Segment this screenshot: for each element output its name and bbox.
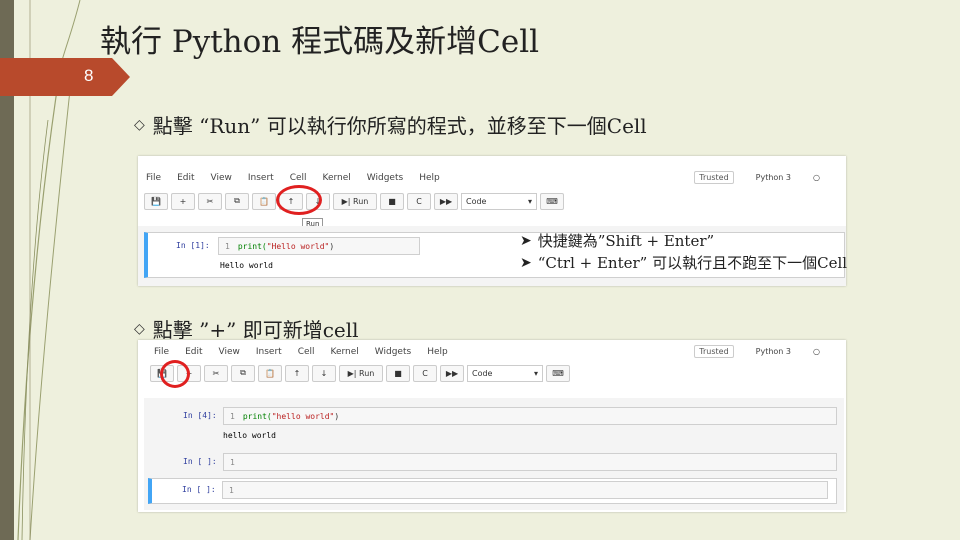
code-string: "Hello world" xyxy=(266,241,330,251)
cell-area: In [4]: 1 print("hello world") hello wor… xyxy=(144,398,844,510)
line-number: 1 xyxy=(229,485,234,495)
cell-prompt: In [4]: xyxy=(183,411,217,420)
toolbar: 💾 + ✂ ⧉ 📋 ↑ ↓ ▶| Run ■ C ▶▶ Code ▾ ⌨ xyxy=(138,190,846,212)
copy-button[interactable]: ⧉ xyxy=(231,364,255,382)
cell-type-value: Code xyxy=(472,368,493,378)
line-number: 1 xyxy=(230,457,235,467)
menu-view[interactable]: View xyxy=(211,173,232,183)
code-cell-new-selected[interactable]: In [ ]: 1 xyxy=(148,478,837,504)
bullet-run-text: 點擊 “Run” 可以執行你所寫的程式，並移至下一個Cell xyxy=(152,114,647,138)
arrow-bullet-icon: ➤ xyxy=(520,254,532,271)
note-ctrl-enter: ➤ “Ctrl + Enter” 可以執行且不跑至下一個Cell xyxy=(520,252,847,273)
cell-input[interactable]: 1 xyxy=(223,453,837,471)
note-shift-enter: ➤ 快捷鍵為”Shift + Enter” xyxy=(520,230,714,251)
diamond-bullet-icon: ◇ xyxy=(134,320,145,337)
code-cell-empty[interactable]: In [ ]: 1 xyxy=(150,450,840,476)
menu-kernel[interactable]: Kernel xyxy=(331,347,359,357)
code-paren: ) xyxy=(329,241,335,251)
stop-button[interactable]: ■ xyxy=(380,192,404,210)
bullet-add-text: 點擊 ”+” 即可新增cell xyxy=(152,318,359,342)
cell-prompt: In [ ]: xyxy=(183,457,217,466)
cut-button[interactable]: ✂ xyxy=(204,364,228,382)
menu-file[interactable]: File xyxy=(154,347,169,357)
save-button[interactable]: 💾 xyxy=(144,192,168,210)
menu-insert[interactable]: Insert xyxy=(248,173,274,183)
paste-button[interactable]: 📋 xyxy=(252,192,276,210)
highlight-circle-run xyxy=(276,185,322,215)
menu-insert[interactable]: Insert xyxy=(256,347,282,357)
restart-run-all-button[interactable]: ▶▶ xyxy=(434,192,458,210)
run-button[interactable]: ▶| Run xyxy=(333,192,377,210)
cell-input[interactable]: 1 xyxy=(222,481,828,499)
cut-button[interactable]: ✂ xyxy=(198,192,222,210)
line-number: 1 xyxy=(230,411,235,421)
code-function: print( xyxy=(237,241,267,251)
menu-help[interactable]: Help xyxy=(427,347,448,357)
stop-button[interactable]: ■ xyxy=(386,364,410,382)
cell-input[interactable]: 1 print("Hello world") xyxy=(218,237,420,255)
keyboard-shortcuts-button[interactable]: ⌨ xyxy=(546,364,570,382)
move-up-button[interactable]: ↑ xyxy=(285,364,309,382)
cell-output: hello world xyxy=(223,431,276,440)
menu-file[interactable]: File xyxy=(146,173,161,183)
run-button[interactable]: ▶| Run xyxy=(339,364,383,382)
note-shift-enter-text: 快捷鍵為”Shift + Enter” xyxy=(537,232,715,250)
paste-button[interactable]: 📋 xyxy=(258,364,282,382)
menu-help[interactable]: Help xyxy=(419,173,440,183)
menubar: File Edit View Insert Cell Kernel Widget… xyxy=(138,340,846,364)
cell-input[interactable]: 1 print("hello world") xyxy=(223,407,837,425)
code-function: print( xyxy=(242,411,272,421)
cell-output: Hello world xyxy=(220,261,273,270)
kernel-status-icon: ○ xyxy=(813,173,820,182)
code-paren: ) xyxy=(334,411,340,421)
slide-number: 8 xyxy=(84,66,94,85)
slide-number-tab xyxy=(0,58,130,96)
toolbar: 💾 + ✂ ⧉ 📋 ↑ ↓ ▶| Run ■ C ▶▶ Code ▾ ⌨ xyxy=(138,362,846,384)
menu-view[interactable]: View xyxy=(219,347,240,357)
restart-button[interactable]: C xyxy=(407,192,431,210)
diamond-bullet-icon: ◇ xyxy=(134,116,145,133)
dropdown-arrow-icon: ▾ xyxy=(527,196,532,206)
menu-widgets[interactable]: Widgets xyxy=(375,347,411,357)
code-cell[interactable]: In [4]: 1 print("hello world") hello wor… xyxy=(150,402,840,444)
keyboard-shortcuts-button[interactable]: ⌨ xyxy=(540,192,564,210)
copy-button[interactable]: ⧉ xyxy=(225,192,249,210)
arrow-bullet-icon: ➤ xyxy=(520,232,532,249)
trusted-badge[interactable]: Trusted xyxy=(694,345,734,358)
bullet-run: ◇ 點擊 “Run” 可以執行你所寫的程式，並移至下一個Cell xyxy=(134,110,647,139)
menu-edit[interactable]: Edit xyxy=(177,173,194,183)
kernel-name: Python 3 xyxy=(755,347,792,356)
move-down-button[interactable]: ↓ xyxy=(312,364,336,382)
dropdown-arrow-icon: ▾ xyxy=(533,368,538,378)
menu-widgets[interactable]: Widgets xyxy=(367,173,403,183)
menu-edit[interactable]: Edit xyxy=(185,347,202,357)
notebook-screenshot-add: File Edit View Insert Cell Kernel Widget… xyxy=(138,340,846,512)
cell-type-select[interactable]: Code ▾ xyxy=(467,364,543,382)
line-number: 1 xyxy=(225,241,230,251)
kernel-name: Python 3 xyxy=(755,173,792,182)
slide-title: 執行 Python 程式碼及新增Cell xyxy=(100,24,540,60)
trusted-badge[interactable]: Trusted xyxy=(694,171,734,184)
cell-prompt: In [ ]: xyxy=(182,485,216,494)
restart-button[interactable]: C xyxy=(413,364,437,382)
highlight-circle-add xyxy=(160,360,190,388)
code-string: "hello world" xyxy=(271,411,335,421)
menu-cell[interactable]: Cell xyxy=(290,173,307,183)
kernel-status-icon: ○ xyxy=(813,347,820,356)
cell-type-value: Code xyxy=(466,196,487,206)
menubar: File Edit View Insert Cell Kernel Widget… xyxy=(138,166,846,190)
menu-cell[interactable]: Cell xyxy=(298,347,315,357)
menu-kernel[interactable]: Kernel xyxy=(323,173,351,183)
restart-run-all-button[interactable]: ▶▶ xyxy=(440,364,464,382)
cell-type-select[interactable]: Code ▾ xyxy=(461,192,537,210)
bullet-add: ◇ 點擊 ”+” 即可新增cell xyxy=(134,314,359,343)
add-cell-button[interactable]: + xyxy=(171,192,195,210)
cell-prompt: In [1]: xyxy=(176,241,210,250)
note-ctrl-enter-text: “Ctrl + Enter” 可以執行且不跑至下一個Cell xyxy=(537,254,848,272)
